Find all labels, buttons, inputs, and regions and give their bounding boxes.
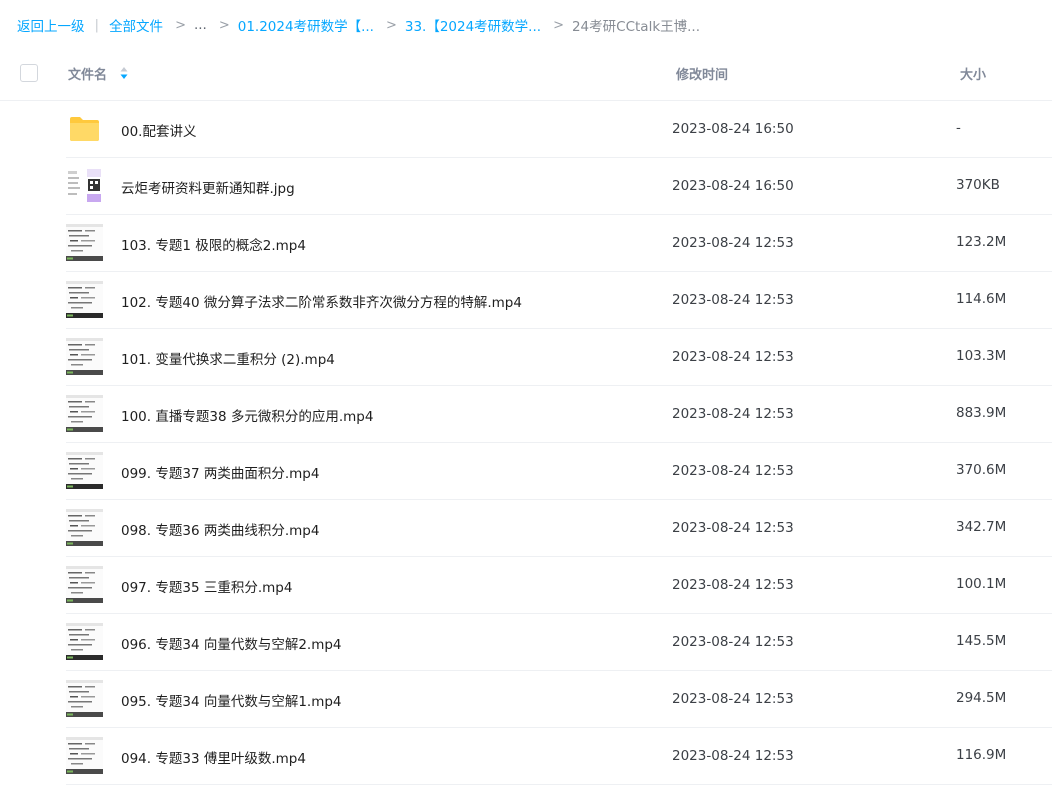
breadcrumb: 返回上一级 | 全部文件 > ... > 01.2024考研数学【... > 3… (17, 15, 700, 35)
file-name[interactable]: 096. 专题34 向量代数与空解2.mp4 (121, 633, 342, 653)
video-thumbnail-icon[interactable] (66, 623, 103, 660)
file-row[interactable]: 095. 专题34 向量代数与空解1.mp4 2023-08-24 12:53 29… (66, 671, 1052, 728)
file-size: 145.5M (956, 633, 1007, 649)
file-modified-time: 2023-08-24 12:53 (672, 691, 794, 707)
file-row[interactable]: 100. 直播专题38 多元微积分的应用.mp4 2023-08-24 12:53… (66, 386, 1052, 443)
file-modified-time: 2023-08-24 12:53 (672, 406, 794, 422)
video-thumbnail-icon[interactable] (66, 509, 103, 546)
column-header-name[interactable]: 文件名 (68, 64, 107, 83)
file-name[interactable]: 103. 专题1 极限的概念2.mp4 (121, 234, 306, 254)
file-size: 370KB (956, 177, 1000, 193)
video-thumbnail-icon[interactable] (66, 224, 103, 261)
file-row[interactable]: 102. 专题40 微分算子法求二阶常系数非齐次微分方程的特解.mp4 2023-… (66, 272, 1052, 329)
chevron-right-icon: > (385, 17, 397, 33)
file-row[interactable]: 094. 专题33 傅里叶级数.mp4 2023-08-24 12:53 116.9… (66, 728, 1052, 785)
file-name[interactable]: 101. 变量代换求二重积分 (2).mp4 (121, 348, 335, 368)
file-list: 00.配套讲义 2023-08-24 16:50 - 云炬考研资料更新通知群.jpg 2… (0, 101, 1052, 785)
video-thumbnail-icon[interactable] (66, 395, 103, 432)
breadcrumb-divider: | (94, 17, 100, 33)
back-link[interactable]: 返回上一级 (17, 15, 85, 35)
file-size: 123.2M (956, 234, 1007, 250)
file-modified-time: 2023-08-24 12:53 (672, 520, 794, 536)
file-row[interactable]: 103. 专题1 极限的概念2.mp4 2023-08-24 12:53 123.2… (66, 215, 1052, 272)
video-thumbnail-icon[interactable] (66, 281, 103, 318)
column-header-time[interactable]: 修改时间 (676, 64, 728, 83)
file-name[interactable]: 095. 专题34 向量代数与空解1.mp4 (121, 690, 342, 710)
breadcrumb-all-files[interactable]: 全部文件 (109, 15, 163, 35)
file-row[interactable]: 云炬考研资料更新通知群.jpg 2023-08-24 16:50 370KB (66, 158, 1052, 215)
file-modified-time: 2023-08-24 12:53 (672, 292, 794, 308)
breadcrumb-level2[interactable]: 33.【2024考研数学... (405, 15, 541, 35)
video-thumbnail-icon[interactable] (66, 737, 103, 774)
file-row[interactable]: 096. 专题34 向量代数与空解2.mp4 2023-08-24 12:53 14… (66, 614, 1052, 671)
file-list-header: 文件名 修改时间 大小 (0, 52, 1052, 101)
file-name[interactable]: 00.配套讲义 (121, 120, 196, 140)
column-header-size[interactable]: 大小 (960, 64, 986, 83)
chevron-right-icon: > (218, 17, 230, 33)
file-modified-time: 2023-08-24 12:53 (672, 235, 794, 251)
file-modified-time: 2023-08-24 12:53 (672, 349, 794, 365)
file-size: 883.9M (956, 405, 1007, 421)
file-row[interactable]: 00.配套讲义 2023-08-24 16:50 - (66, 101, 1052, 158)
folder-icon[interactable] (66, 110, 103, 147)
video-thumbnail-icon[interactable] (66, 566, 103, 603)
file-name[interactable]: 098. 专题36 两类曲线积分.mp4 (121, 519, 319, 539)
breadcrumb-level1[interactable]: 01.2024考研数学【... (238, 15, 374, 35)
file-modified-time: 2023-08-24 12:53 (672, 748, 794, 764)
file-name[interactable]: 099. 专题37 两类曲面积分.mp4 (121, 462, 319, 482)
file-name[interactable]: 100. 直播专题38 多元微积分的应用.mp4 (121, 405, 373, 425)
image-thumbnail-icon[interactable] (66, 167, 103, 204)
file-row[interactable]: 097. 专题35 三重积分.mp4 2023-08-24 12:53 100.1M (66, 557, 1052, 614)
sort-icon[interactable] (119, 65, 129, 81)
file-name[interactable]: 云炬考研资料更新通知群.jpg (121, 177, 295, 197)
breadcrumb-current: 24考研CCtalk王博... (571, 19, 701, 35)
file-size: 100.1M (956, 576, 1007, 592)
chevron-right-icon: > (553, 17, 564, 33)
file-modified-time: 2023-08-24 16:50 (672, 121, 794, 137)
file-modified-time: 2023-08-24 12:53 (672, 634, 794, 650)
file-size: 294.5M (956, 690, 1007, 706)
file-row[interactable]: 098. 专题36 两类曲线积分.mp4 2023-08-24 12:53 342.… (66, 500, 1052, 557)
file-size: 103.3M (956, 348, 1007, 364)
file-name[interactable]: 094. 专题33 傅里叶级数.mp4 (121, 747, 306, 767)
breadcrumb-ellipsis[interactable]: ... (194, 17, 207, 33)
file-size: - (956, 120, 961, 136)
file-name[interactable]: 097. 专题35 三重积分.mp4 (121, 576, 292, 596)
file-size: 342.7M (956, 519, 1007, 535)
file-size: 116.9M (956, 747, 1007, 763)
file-modified-time: 2023-08-24 16:50 (672, 178, 794, 194)
video-thumbnail-icon[interactable] (66, 452, 103, 489)
file-size: 114.6M (956, 291, 1007, 307)
video-thumbnail-icon[interactable] (66, 338, 103, 375)
file-size: 370.6M (956, 462, 1007, 478)
select-all-checkbox[interactable] (20, 64, 38, 82)
file-modified-time: 2023-08-24 12:53 (672, 577, 794, 593)
video-thumbnail-icon[interactable] (66, 680, 103, 717)
file-name[interactable]: 102. 专题40 微分算子法求二阶常系数非齐次微分方程的特解.mp4 (121, 291, 522, 311)
chevron-right-icon: > (175, 17, 186, 33)
file-row[interactable]: 101. 变量代换求二重积分 (2).mp4 2023-08-24 12:53 10… (66, 329, 1052, 386)
file-row[interactable]: 099. 专题37 两类曲面积分.mp4 2023-08-24 12:53 370.… (66, 443, 1052, 500)
file-modified-time: 2023-08-24 12:53 (672, 463, 794, 479)
